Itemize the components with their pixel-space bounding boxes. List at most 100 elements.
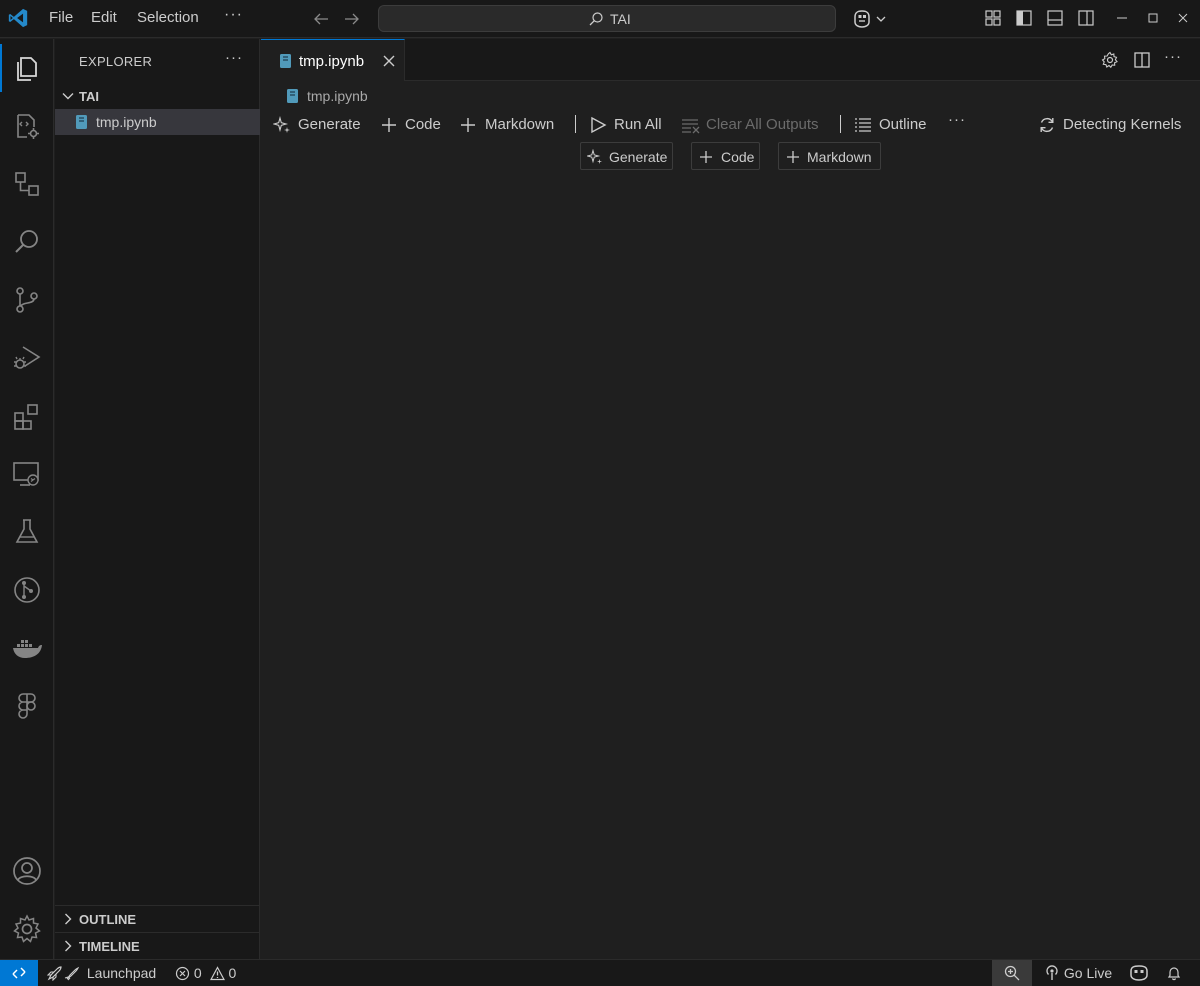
go-live-label: Go Live (1063, 965, 1113, 981)
warning-icon (209, 966, 225, 981)
docker-icon[interactable] (11, 632, 43, 664)
vscode-logo-icon (7, 7, 29, 29)
testing-flask-icon[interactable] (11, 516, 43, 548)
problems-button[interactable]: 0 0 (175, 965, 236, 981)
outline-section[interactable]: OUTLINE (55, 905, 260, 931)
launchpad-button[interactable]: Launchpad (47, 965, 156, 981)
explorer-sidebar: EXPLORER ··· TAI tmp.ipynb OUTLINE TIMEL… (55, 39, 260, 959)
go-live-button[interactable]: Go Live (1044, 965, 1112, 981)
accounts-icon[interactable] (11, 855, 43, 887)
close-icon[interactable] (381, 53, 397, 69)
tab-bar: tmp.ipynb ··· (261, 39, 1200, 81)
outline-button[interactable]: Outline (854, 114, 934, 136)
breadcrumb-label: tmp.ipynb (307, 88, 368, 104)
window-minimize-icon[interactable] (1115, 9, 1129, 27)
kernel-label: Detecting Kernels (1063, 116, 1182, 133)
file-item-tmp-ipynb[interactable]: tmp.ipynb (55, 109, 260, 135)
notebook-file-icon (278, 53, 292, 69)
plus-icon (785, 149, 801, 165)
explorer-icon[interactable] (0, 44, 43, 92)
activity-bar (0, 39, 54, 959)
folder-tai[interactable]: TAI (55, 85, 260, 107)
extensions-icon[interactable] (11, 400, 43, 432)
toggle-panel-icon[interactable] (1046, 9, 1064, 27)
refresh-icon (1038, 116, 1056, 134)
timeline-section[interactable]: TIMELINE (55, 932, 260, 958)
command-center-label: TAI (610, 11, 631, 27)
add-markdown-cell-button-inline[interactable]: Markdown (778, 142, 881, 170)
git-graph-icon[interactable] (11, 574, 43, 606)
toggle-secondary-sidebar-icon[interactable] (1077, 9, 1095, 27)
chevron-down-icon (61, 89, 75, 103)
tab-label: tmp.ipynb (299, 53, 365, 70)
list-icon (854, 116, 872, 134)
menu-more-button[interactable]: ··· (224, 6, 243, 24)
rocket-icon (47, 965, 81, 981)
clear-all-outputs-button[interactable]: Clear All Outputs (681, 114, 827, 136)
run-and-debug-icon[interactable] (11, 342, 43, 374)
notebook-file-icon (285, 88, 299, 104)
add-code-cell-button-inline[interactable]: Code (691, 142, 760, 170)
notebook-toolbar: Generate Code Markdown Run All Clear All… (261, 111, 1200, 138)
tab-tmp-ipynb[interactable]: tmp.ipynb (261, 39, 405, 81)
run-all-button[interactable]: Run All (589, 114, 665, 136)
broadcast-icon (1044, 965, 1060, 981)
window-maximize-icon[interactable] (1146, 9, 1160, 27)
sidebar-more-button[interactable]: ··· (225, 49, 243, 66)
toggle-primary-sidebar-icon[interactable] (1015, 9, 1033, 27)
copilot-status-icon[interactable] (1129, 964, 1149, 982)
outline-label: OUTLINE (79, 912, 137, 927)
figma-icon[interactable] (11, 690, 43, 722)
search-icon[interactable] (11, 226, 43, 258)
remote-explorer-icon[interactable] (11, 110, 43, 142)
launchpad-label: Launchpad (86, 965, 157, 981)
zoom-button[interactable] (992, 960, 1032, 986)
window-close-icon[interactable] (1176, 9, 1190, 27)
code-cell-label: Code (721, 149, 755, 165)
generate-label: Generate (298, 116, 361, 133)
arrow-right-icon[interactable] (342, 9, 362, 29)
customize-layout-icon[interactable] (984, 9, 1002, 27)
sparkle-icon (273, 116, 291, 134)
generate-cell-button[interactable]: Generate (580, 142, 673, 170)
play-icon (589, 116, 607, 134)
remote-icon (11, 965, 27, 981)
plus-icon (698, 149, 714, 165)
error-icon (175, 966, 190, 981)
timeline-label: TIMELINE (79, 939, 140, 954)
menu-file[interactable]: File (49, 9, 73, 26)
manage-gear-icon[interactable] (11, 913, 43, 945)
split-editor-icon[interactable] (1133, 51, 1151, 69)
menu-selection[interactable]: Selection (137, 9, 199, 26)
file-label: tmp.ipynb (96, 114, 157, 130)
code-label: Code (405, 116, 441, 133)
source-control-icon[interactable] (11, 284, 43, 316)
clear-all-outputs-label: Clear All Outputs (706, 116, 819, 133)
editor-more-button[interactable]: ··· (1164, 48, 1182, 65)
editor-area: tmp.ipynb ··· tmp.ipynb Generate Code Ma… (261, 39, 1200, 959)
toolbar-more-button[interactable]: ··· (948, 111, 970, 133)
generate-button[interactable]: Generate (273, 114, 375, 136)
gear-icon[interactable] (1101, 51, 1119, 69)
arrow-left-icon[interactable] (311, 9, 331, 29)
remote-connection-icon[interactable] (11, 458, 43, 490)
add-code-cell-button[interactable]: Code (380, 114, 446, 136)
plus-icon (459, 116, 477, 134)
folder-label: TAI (79, 89, 99, 104)
kernel-picker-button[interactable]: Detecting Kernels (1038, 114, 1190, 136)
status-bar: Launchpad 0 0 Go Live (0, 959, 1200, 986)
clear-all-icon (681, 116, 701, 134)
notebook-file-icon (74, 114, 88, 130)
generate-cell-label: Generate (609, 149, 668, 165)
menu-edit[interactable]: Edit (91, 9, 117, 26)
markdown-label: Markdown (485, 116, 555, 133)
remote-indicator-button[interactable] (0, 960, 38, 986)
add-markdown-cell-button[interactable]: Markdown (459, 114, 561, 136)
source-control-graph-icon[interactable] (11, 168, 43, 200)
command-center-search[interactable]: TAI (378, 5, 836, 32)
toolbar-separator (840, 115, 841, 133)
bell-icon[interactable] (1166, 965, 1182, 981)
sparkle-icon (587, 149, 603, 165)
markdown-cell-label: Markdown (807, 149, 872, 165)
copilot-menu-icon[interactable] (852, 8, 888, 30)
